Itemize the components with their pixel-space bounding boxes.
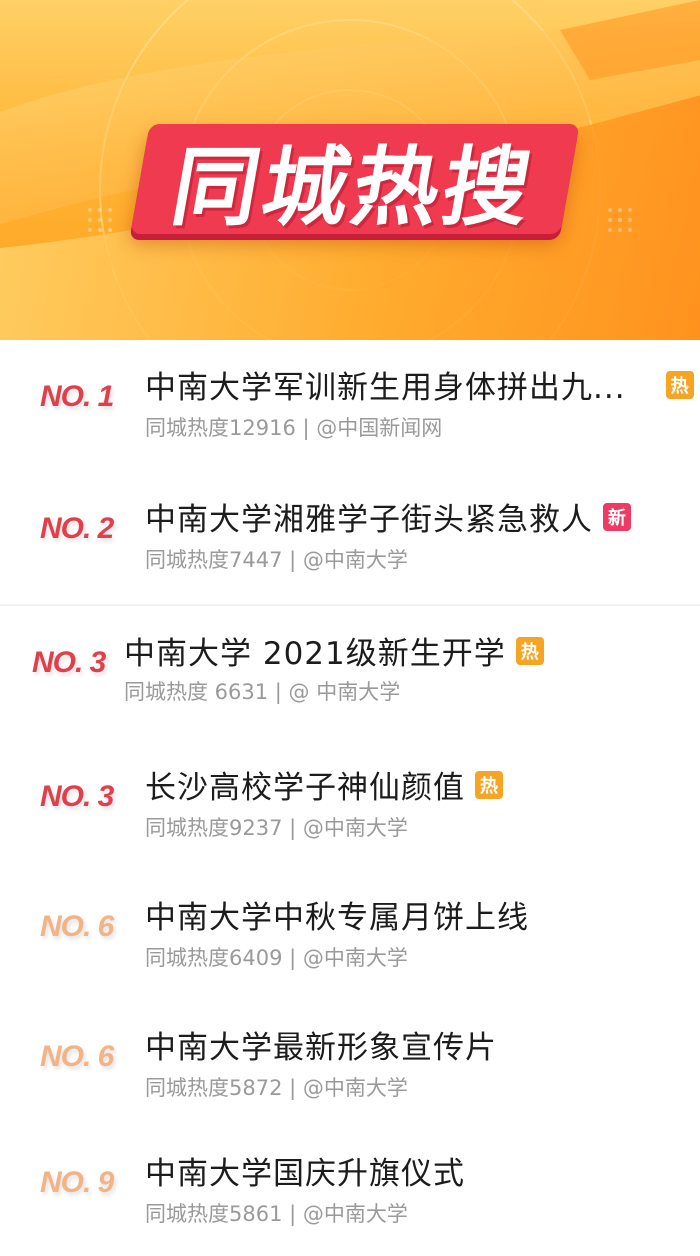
item-title: 中南大学 2021级新生开学 [124, 636, 506, 672]
list-item[interactable]: NO. 6 中南大学中秋专属月饼上线 同城热度6409 | @中南大学 [0, 870, 700, 1000]
item-title: 中南大学中秋专属月饼上线 [145, 900, 529, 936]
item-meta: 同城热度5872 | @中南大学 [145, 1076, 408, 1100]
hot-tag-icon: 热 [665, 370, 694, 399]
new-tag-icon: 新 [603, 502, 631, 531]
hot-tag-icon: 热 [475, 770, 503, 799]
list-item[interactable]: NO. 3 长沙高校学子神仙颜值 热 同城热度9237 | @中南大学 [0, 740, 700, 870]
rank-label: NO. 3 [32, 646, 106, 679]
list-item[interactable]: NO. 9 中南大学国庆升旗仪式 同城热度5861 | @中南大学 [0, 1126, 700, 1256]
rank-label: NO. 1 [40, 380, 114, 413]
item-title: 中南大学军训新生用身体拼出九... [145, 370, 626, 406]
item-meta: 同城热度12916 | @中国新闻网 [145, 416, 443, 440]
rank-label: NO. 6 [40, 1040, 114, 1073]
list-item[interactable]: NO. 2 中南大学湘雅学子街头紧急救人 新 同城热度7447 | @中南大学 [0, 472, 700, 602]
hot-search-banner: 同城热搜 [0, 0, 700, 340]
divider [0, 604, 700, 606]
rank-label: NO. 2 [40, 512, 114, 545]
list-item[interactable]: NO. 6 中南大学最新形象宣传片 同城热度5872 | @中南大学 [0, 1000, 700, 1130]
list-item[interactable]: NO. 3 中南大学 2021级新生开学 热 同城热度 6631 | @ 中南大… [0, 610, 700, 740]
banner-title: 同城热搜 [164, 137, 543, 238]
rank-label: NO. 3 [40, 780, 114, 813]
item-title: 中南大学国庆升旗仪式 [145, 1156, 465, 1192]
hot-tag-icon: 热 [515, 636, 544, 665]
item-meta: 同城热度5861 | @中南大学 [145, 1202, 408, 1226]
item-meta: 同城热度 6631 | @ 中南大学 [124, 680, 401, 704]
item-title: 中南大学最新形象宣传片 [145, 1030, 497, 1066]
item-meta: 同城热度9237 | @中南大学 [145, 816, 408, 840]
rank-label: NO. 6 [40, 910, 114, 943]
list-item[interactable]: NO. 1 中南大学军训新生用身体拼出九... 热 同城热度12916 | @中… [0, 340, 700, 470]
item-title: 中南大学湘雅学子街头紧急救人 [145, 502, 593, 538]
item-meta: 同城热度6409 | @中南大学 [145, 946, 408, 970]
rank-label: NO. 9 [40, 1166, 114, 1199]
item-title: 长沙高校学子神仙颜值 [145, 770, 465, 806]
item-meta: 同城热度7447 | @中南大学 [145, 548, 408, 572]
